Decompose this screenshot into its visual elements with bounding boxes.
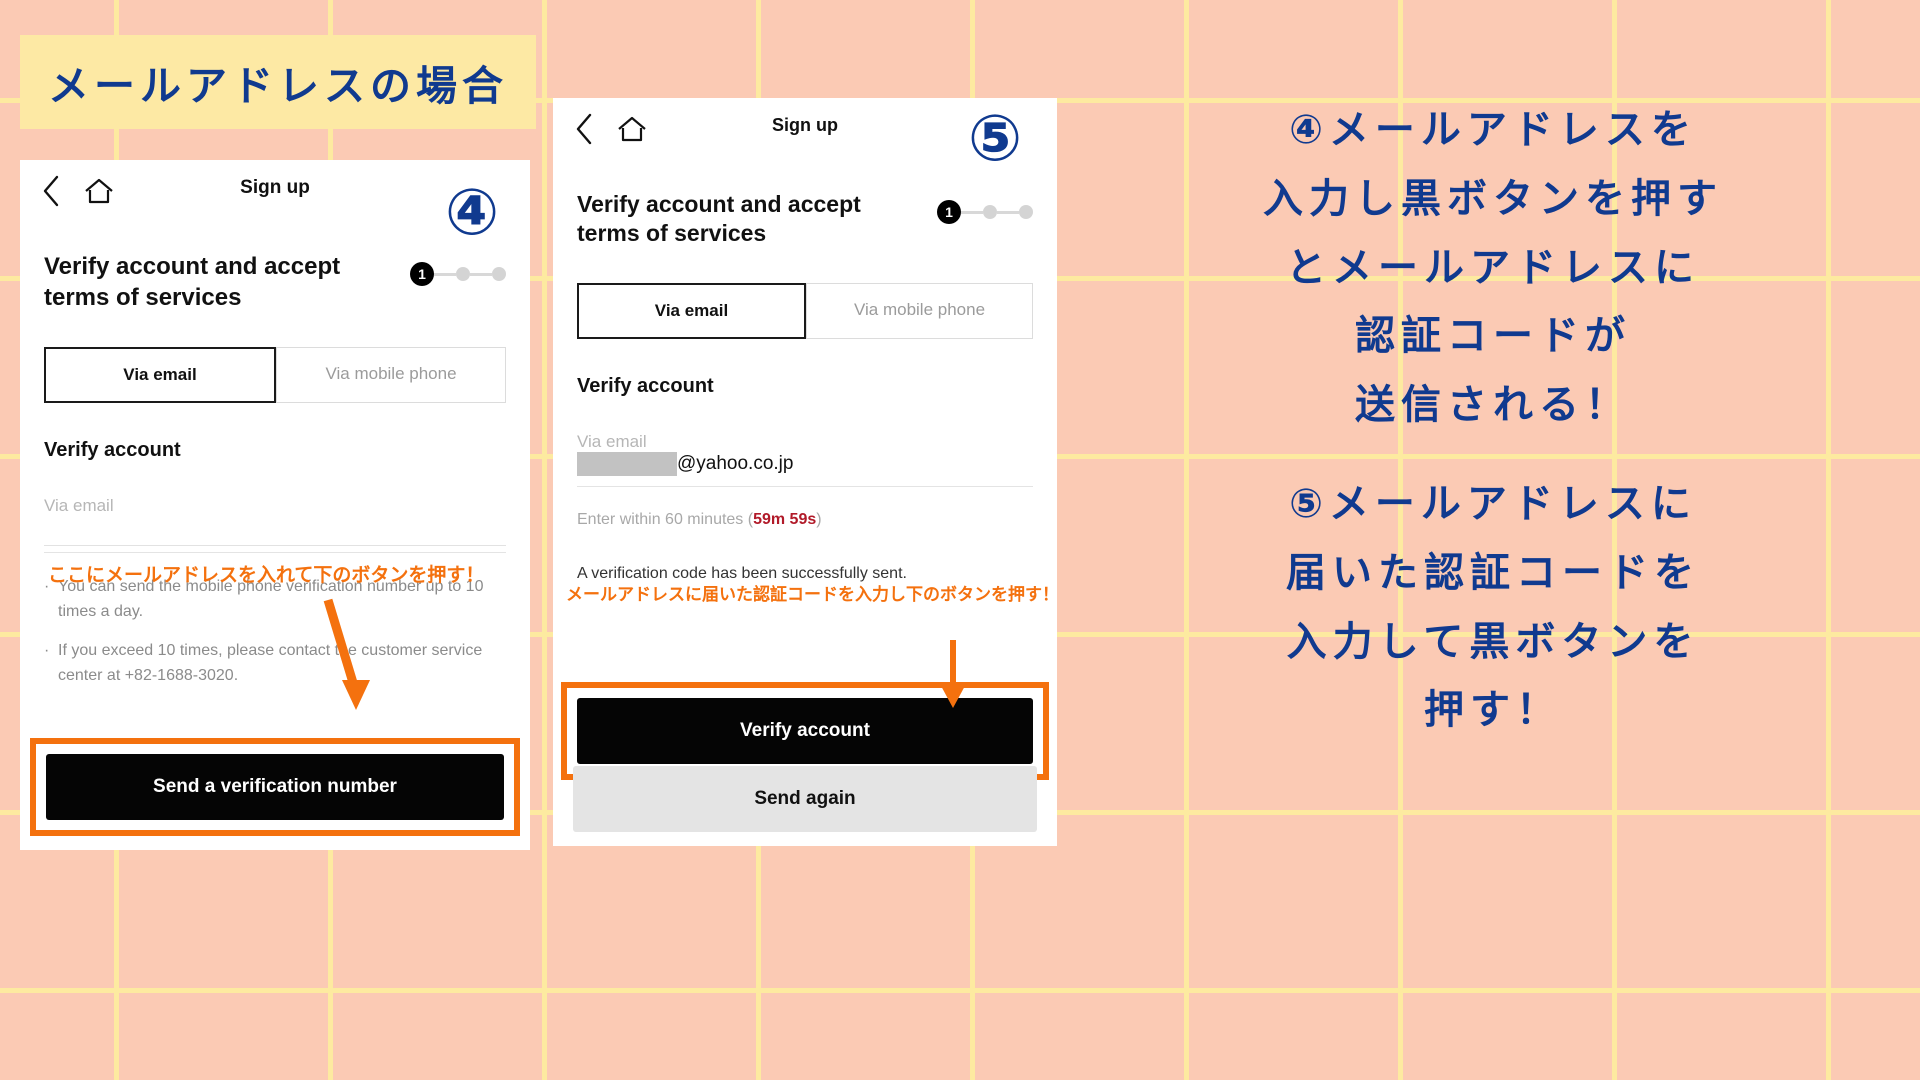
- left-headline: Verify account and accept terms of servi…: [44, 253, 341, 311]
- poster-canvas: メールアドレスの場合 Sign up Verify account and ac…: [0, 0, 1920, 1080]
- orange-arrow-down-icon: [320, 598, 380, 718]
- progress-step-3: [492, 267, 506, 281]
- left-bullet-list: · You can send the mobile phone verifica…: [44, 575, 506, 688]
- instruction-line: 認証コードが: [1355, 314, 1631, 359]
- timer-value: 59m 59s: [753, 510, 817, 528]
- phone-screenshot-step4: Sign up Verify account and accept terms …: [20, 160, 530, 850]
- redacted-local-part: [577, 451, 677, 476]
- timer-suffix: ): [816, 510, 822, 528]
- list-item: · If you exceed 10 times, please contact…: [44, 639, 506, 689]
- send-verification-number-button[interactable]: Send a verification number: [46, 754, 504, 820]
- right-tabs: Via email Via mobile phone: [577, 282, 1033, 339]
- banner-title: メールアドレスの場合: [48, 63, 508, 109]
- progress-step-2: [456, 267, 470, 281]
- tab-via-mobile-phone[interactable]: Via mobile phone: [276, 347, 506, 404]
- verification-timer: Enter within 60 minutes (59m 59s): [577, 511, 1033, 529]
- instruction-line: 送信される！: [1355, 383, 1631, 428]
- send-again-button[interactable]: Send again: [573, 766, 1037, 832]
- left-progress-indicator: 1: [410, 262, 506, 286]
- instruction-line: とメールアドレスに: [1286, 245, 1700, 290]
- left-overlay-note: ここにメールアドレスを入れて下のボタンを押す！: [48, 565, 485, 586]
- instruction-line: 入力して黒ボタンを: [1286, 619, 1700, 664]
- tab-via-email[interactable]: Via email: [577, 282, 806, 339]
- right-overlay-note: メールアドレスに届いた認証コードを入力し下のボタンを押す！: [566, 585, 1059, 604]
- tab-via-email[interactable]: Via email: [44, 347, 276, 404]
- email-domain-text: @yahoo.co.jp: [677, 452, 794, 474]
- instruction-line: ④メールアドレスを: [1289, 108, 1697, 152]
- timer-prefix: Enter within 60 minutes (: [577, 510, 754, 528]
- instruction-line: ⑤メールアドレスに: [1289, 481, 1697, 526]
- instruction-line: 入力し黒ボタンを押す: [1263, 176, 1723, 221]
- right-email-field-label: Via email: [577, 431, 647, 451]
- right-section-title: Verify account: [577, 374, 714, 397]
- left-email-field[interactable]: Via email: [44, 496, 506, 554]
- left-section-title: Verify account: [44, 439, 181, 462]
- right-email-field[interactable]: Via email @yahoo.co.jp: [577, 432, 1033, 487]
- left-highlight-box: Send a verification number: [30, 738, 520, 836]
- orange-arrow-down-icon: [930, 640, 976, 710]
- bullet-text: If you exceed 10 times, please contact t…: [58, 642, 483, 684]
- instruction-line: 届いた認証コードを: [1286, 550, 1700, 595]
- left-field-underline: [44, 552, 506, 554]
- instruction-gap: [1078, 440, 1908, 470]
- left-email-input[interactable]: [44, 516, 506, 547]
- instruction-line: 押す！: [1424, 688, 1562, 733]
- title-banner: メールアドレスの場合: [20, 35, 536, 129]
- progress-line: [470, 272, 492, 276]
- right-email-input[interactable]: @yahoo.co.jp: [577, 451, 1033, 480]
- tab-via-mobile-phone[interactable]: Via mobile phone: [806, 282, 1033, 339]
- progress-step-current: 1: [410, 262, 434, 286]
- progress-line: [434, 272, 456, 276]
- left-tabs: Via email Via mobile phone: [44, 347, 506, 404]
- instruction-column: ④メールアドレスを 入力し黒ボタンを押す とメールアドレスに 認証コードが 送信…: [1078, 96, 1908, 745]
- bullet-dot-icon: ·: [44, 642, 50, 660]
- left-email-field-label: Via email: [44, 496, 114, 516]
- right-field-underline: [577, 485, 1033, 487]
